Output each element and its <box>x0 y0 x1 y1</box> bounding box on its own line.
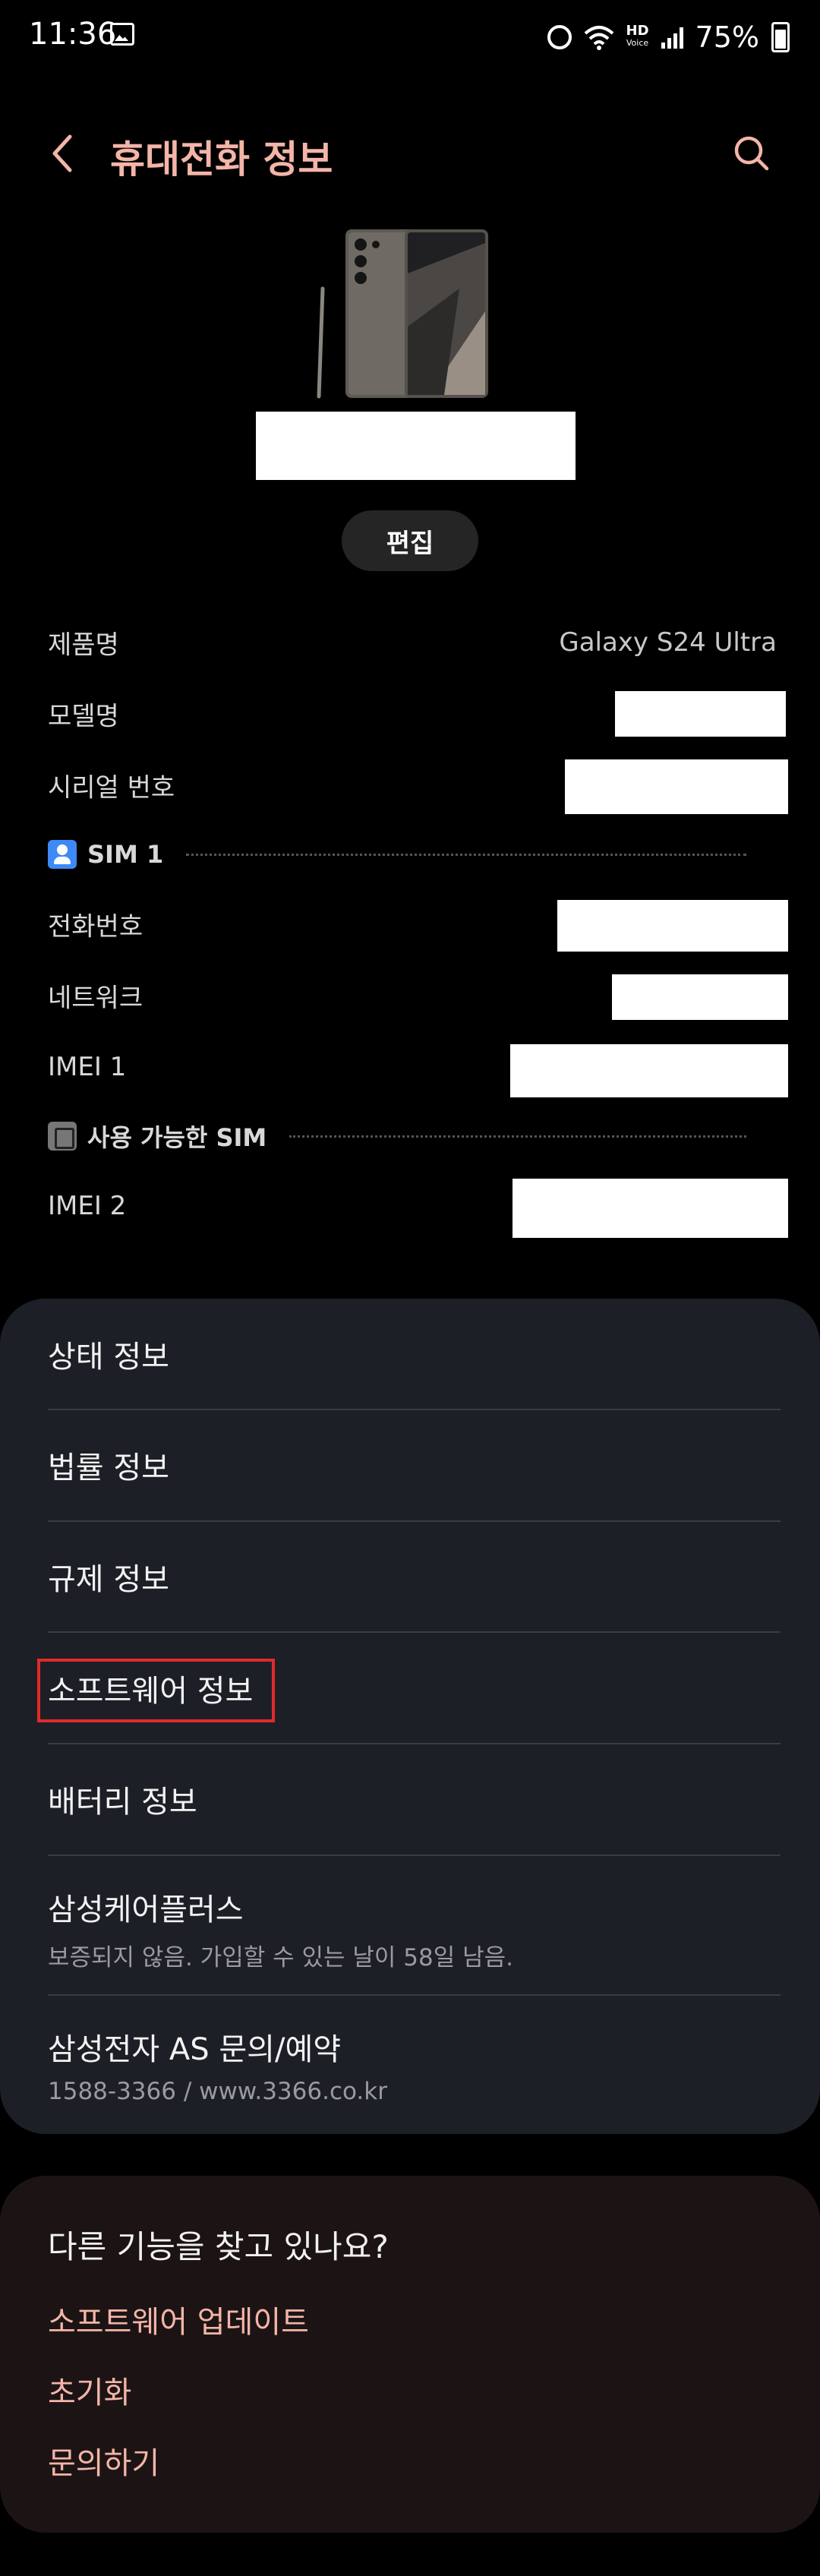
info-label: 네트워크 <box>48 983 144 1014</box>
hd-voice-icon: HD Voice <box>626 23 649 49</box>
info-label: IMEI 2 <box>48 1191 127 1221</box>
redacted-value <box>565 759 788 814</box>
alarm-icon <box>547 25 572 49</box>
link-contact-us[interactable]: 문의하기 <box>48 2439 159 2483</box>
divider <box>48 1994 781 1996</box>
info-label: 전화번호 <box>48 911 144 942</box>
divider <box>48 1855 781 1856</box>
info-row-model-name: 모델명 <box>48 683 786 744</box>
sim1-header: SIM 1 <box>48 832 777 877</box>
edit-button[interactable]: 편집 <box>342 510 478 571</box>
menu-item-label: 규제 정보 <box>48 1562 169 1597</box>
redacted-value <box>512 1179 788 1238</box>
menu-item-label: 상태 정보 <box>48 1340 169 1375</box>
redacted-value <box>615 691 786 737</box>
info-label: 모델명 <box>48 701 119 732</box>
menu-item-battery-info[interactable]: 배터리 정보 <box>48 1777 781 1821</box>
device-image <box>317 229 488 399</box>
sim2-label: 사용 가능한 SIM <box>87 1123 267 1152</box>
divider <box>48 1520 781 1522</box>
menu-item-status-info[interactable]: 상태 정보 <box>48 1332 781 1376</box>
info-label: 제품명 <box>48 630 119 661</box>
battery-percent: 75% <box>695 21 759 54</box>
info-row-product-name: 제품명 Galaxy S24 Ultra <box>48 612 777 673</box>
menu-item-label: 배터리 정보 <box>48 1785 197 1820</box>
info-row-imei1: IMEI 1 <box>48 1037 788 1097</box>
highlight-box <box>37 1659 275 1722</box>
menu-item-sublabel: 1588-3366 / www.3366.co.kr <box>48 2078 387 2105</box>
divider-dotted <box>289 1135 746 1138</box>
signal-icon <box>661 26 683 49</box>
menu-item-regulatory-info[interactable]: 규제 정보 <box>48 1555 781 1599</box>
divider-dotted <box>186 853 746 856</box>
sim-card-icon <box>48 1122 77 1151</box>
sim1-label: SIM 1 <box>87 840 164 869</box>
status-time: 11:36 <box>29 17 117 52</box>
redacted-value <box>612 974 788 1020</box>
battery-icon <box>771 22 790 52</box>
info-label: 시리얼 번호 <box>48 772 175 803</box>
redacted-value <box>557 900 788 952</box>
menu-item-samsung-service[interactable]: 삼성전자 AS 문의/예약 1588-3366 / www.3366.co.kr <box>48 2025 781 2105</box>
page-title: 휴대전화 정보 <box>110 137 333 182</box>
divider <box>48 1743 781 1744</box>
looking-for-card: 다른 기능을 찾고 있나요? 소프트웨어 업데이트 초기화 문의하기 <box>0 2176 820 2533</box>
search-icon[interactable] <box>729 131 774 176</box>
link-reset[interactable]: 초기화 <box>48 2368 131 2412</box>
info-menu-card: 상태 정보 법률 정보 규제 정보 소프트웨어 정보 배터리 정보 삼성케어플러… <box>0 1299 820 2134</box>
sim2-header: 사용 가능한 SIM <box>48 1113 777 1159</box>
menu-item-legal-info[interactable]: 법률 정보 <box>48 1443 781 1487</box>
gallery-icon <box>110 23 134 46</box>
wifi-icon <box>584 26 613 50</box>
menu-item-samsung-care-plus[interactable]: 삼성케어플러스 보증되지 않음. 가입할 수 있는 날이 58일 남음. <box>48 1885 781 1972</box>
info-label: IMEI 1 <box>48 1052 127 1082</box>
hd-label: HD <box>626 23 649 39</box>
menu-item-label: 삼성전자 AS 문의/예약 <box>48 2032 342 2067</box>
menu-item-label: 법률 정보 <box>48 1451 169 1485</box>
divider <box>48 1409 781 1410</box>
info-row-phone-number: 전화번호 <box>48 894 788 955</box>
info-row-serial-number: 시리얼 번호 <box>48 755 788 816</box>
app-bar: 휴대전화 정보 <box>0 114 820 197</box>
sim-user-icon <box>48 840 77 869</box>
menu-item-label: 삼성케어플러스 <box>48 1893 244 1927</box>
device-name-redacted <box>256 412 576 480</box>
chevron-left-icon[interactable] <box>44 131 82 176</box>
status-icons: HD Voice 75% <box>547 18 790 56</box>
looking-for-title: 다른 기능을 찾고 있나요? <box>48 2228 389 2265</box>
info-row-network: 네트워크 <box>48 965 788 1026</box>
redacted-value <box>510 1044 788 1097</box>
menu-item-sublabel: 보증되지 않음. 가입할 수 있는 날이 58일 남음. <box>48 1944 513 1971</box>
info-value: Galaxy S24 Ultra <box>559 627 777 658</box>
divider <box>48 1631 781 1633</box>
hd-sub-label: Voice <box>626 38 649 48</box>
info-row-imei2: IMEI 2 <box>48 1176 788 1238</box>
status-bar: 11:36 HD Voice 75% <box>0 0 820 76</box>
link-software-update[interactable]: 소프트웨어 업데이트 <box>48 2297 309 2341</box>
